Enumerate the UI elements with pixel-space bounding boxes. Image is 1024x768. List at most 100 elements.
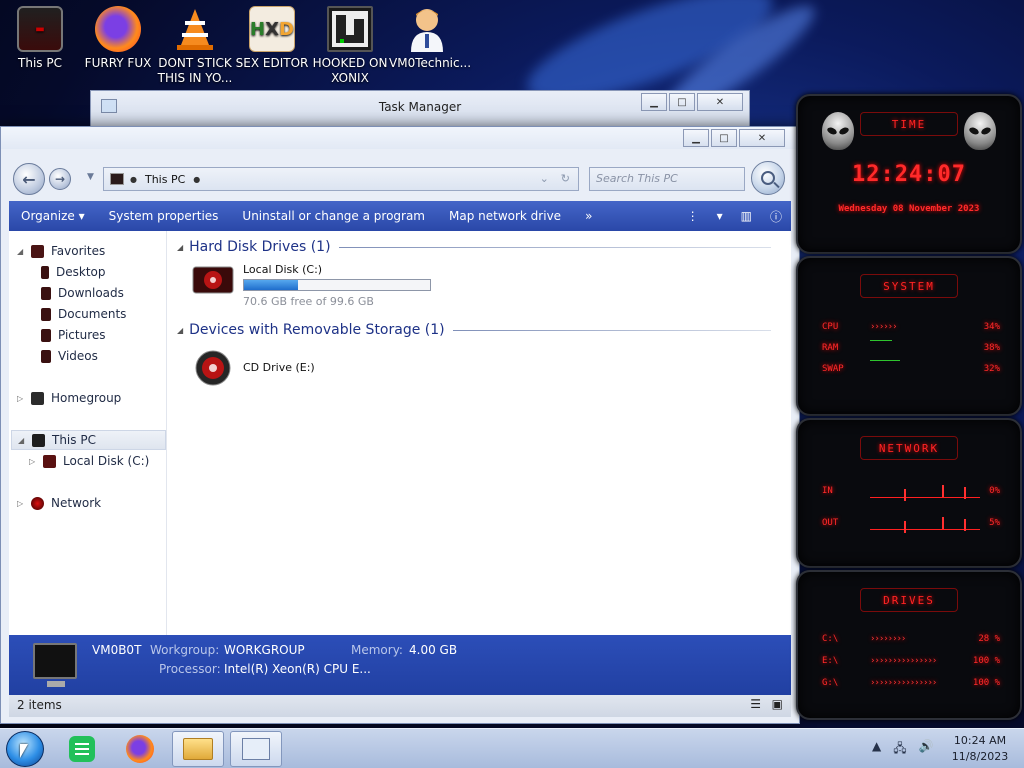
close-button[interactable]: ✕ — [739, 129, 785, 147]
view-options-icon[interactable]: ⋮ — [678, 201, 708, 231]
taskbar-task-manager[interactable] — [230, 731, 282, 767]
gadget-header: SYSTEM — [860, 274, 958, 298]
desktop-icon-vm0technic[interactable]: VM0Technic... — [389, 6, 471, 71]
time-gadget[interactable]: TIME 12:24:07 Wednesday 08 November 2023 — [796, 94, 1022, 254]
task-manager-window[interactable]: Task Manager ▁ □ ✕ — [90, 90, 750, 130]
preview-pane-icon[interactable]: ▥ — [732, 201, 761, 231]
nav-item-this-pc[interactable]: ◢ This PC — [11, 430, 166, 450]
uninstall-program-button[interactable]: Uninstall or change a program — [230, 201, 437, 231]
group-header-hard-disk-drives[interactable]: ◢ Hard Disk Drives (1) — [177, 237, 771, 257]
taskbar-clock[interactable]: 10:24 AM 11/8/2023 — [946, 733, 1014, 765]
network-gadget[interactable]: NETWORK IN 0% OUT 5% — [796, 418, 1022, 568]
drives-gadget[interactable]: DRIVES C:\ ›››››››› 28 % E:\ ›››››››››››… — [796, 570, 1022, 720]
minimize-button[interactable]: ▁ — [641, 93, 667, 111]
address-row: ← → ▼ ● This PC ● ⌄ ↻ Search This PC — [1, 157, 799, 197]
drive-tile-local-disk-c[interactable]: Local Disk (C:) 70.6 GB free of 99.6 GB — [191, 261, 451, 309]
collapse-arrow-icon[interactable]: ◢ — [177, 243, 183, 252]
details-view-icon[interactable]: ☰ — [750, 697, 761, 711]
search-button[interactable] — [751, 161, 785, 195]
processor-label: Processor: — [159, 662, 221, 676]
group-divider — [338, 246, 771, 248]
window-title-bar[interactable]: ▁ □ ✕ — [1, 127, 799, 149]
collapse-arrow-icon[interactable]: ◢ — [18, 436, 28, 445]
taskbar-firefox[interactable] — [114, 731, 166, 767]
show-hidden-icons-icon[interactable]: ▲ — [872, 739, 881, 760]
network-icon — [31, 496, 44, 510]
nav-item-homegroup[interactable]: ▷ Homegroup — [17, 388, 121, 408]
drive-usage-bar — [243, 279, 431, 291]
nav-item-favorites[interactable]: ◢ Favorites — [17, 241, 105, 261]
chevron-down-icon[interactable]: ⌄ — [540, 172, 549, 185]
nav-item-pictures[interactable]: Pictures — [41, 325, 106, 345]
cd-drive-icon — [195, 350, 231, 386]
nav-item-desktop[interactable]: Desktop — [41, 262, 106, 282]
alien-head-icon — [822, 112, 854, 150]
drives-row-e: E:\ ››››››››››››››› 100 % — [822, 656, 1000, 666]
search-input[interactable]: Search This PC — [589, 167, 745, 191]
desktop-folder-icon — [41, 265, 49, 279]
breadcrumb-separator[interactable]: ● — [130, 175, 137, 184]
collapse-arrow-icon[interactable]: ◢ — [177, 326, 183, 335]
close-button[interactable]: ✕ — [697, 93, 743, 111]
map-network-drive-button[interactable]: Map network drive — [437, 201, 573, 231]
network-in-graph — [870, 485, 980, 498]
back-button[interactable]: ← — [13, 163, 45, 195]
recent-pages-dropdown[interactable]: ▼ — [87, 172, 97, 182]
nav-item-videos[interactable]: Videos — [41, 346, 98, 366]
help-icon[interactable]: ⓘ — [761, 201, 791, 231]
taskbar-notes-app[interactable] — [56, 731, 108, 767]
details-pane: VM0B0T Workgroup: WORKGROUP Memory: 4.00… — [9, 635, 791, 695]
nav-item-network[interactable]: ▷ Network — [17, 493, 101, 513]
this-pc-icon — [110, 173, 124, 185]
task-manager-icon — [242, 738, 270, 760]
search-icon — [761, 171, 775, 185]
expand-arrow-icon[interactable]: ▷ — [17, 499, 27, 508]
system-gadget[interactable]: SYSTEM CPU ›››››› 34% RAM 38% SWAP 32% — [796, 256, 1022, 416]
nav-item-documents[interactable]: Documents — [41, 304, 126, 324]
maximize-button[interactable]: □ — [711, 129, 737, 147]
taskbar-explorer[interactable] — [172, 731, 224, 767]
drive-name: Local Disk (C:) — [243, 263, 323, 276]
minimize-button[interactable]: ▁ — [683, 129, 709, 147]
forward-button[interactable]: → — [49, 168, 71, 190]
videos-folder-icon — [41, 349, 51, 363]
explorer-window[interactable]: ▁ □ ✕ ← → ▼ ● This PC ● ⌄ ↻ Search This … — [0, 126, 800, 724]
drive-usage-fill — [244, 280, 299, 290]
network-row-in: IN 0% — [822, 485, 1000, 498]
network-row-out: OUT 5% — [822, 517, 1000, 530]
drive-tile-cd-drive-e[interactable]: CD Drive (E:) — [191, 349, 391, 393]
doctor-icon — [404, 6, 450, 52]
network-out-graph — [870, 517, 980, 530]
expand-arrow-icon[interactable]: ▷ — [17, 394, 27, 403]
desktop-icon-this-pc[interactable]: ▬ This PC — [2, 6, 78, 71]
desktop-icon-label: SEX EDITOR — [235, 56, 309, 70]
gadget-clock: 12:24:07 — [852, 162, 966, 187]
navigation-pane: ◢ Favorites Desktop Downloads Documents … — [9, 231, 167, 635]
view-dropdown-icon[interactable]: ▾ — [708, 201, 732, 231]
volume-icon[interactable]: 🔊 — [919, 739, 934, 760]
breadcrumb-this-pc[interactable]: This PC — [145, 173, 185, 186]
desktop-icon-hooked-on-xonix[interactable]: HOOKED ON XONIX — [312, 6, 388, 86]
nav-item-local-disk[interactable]: ▷ Local Disk (C:) — [29, 451, 149, 471]
system-properties-button[interactable]: System properties — [97, 201, 231, 231]
drive-free-space: 70.6 GB free of 99.6 GB — [243, 295, 374, 308]
organize-button[interactable]: Organize ▾ — [9, 201, 97, 231]
nav-item-downloads[interactable]: Downloads — [41, 283, 124, 303]
vlc-cone-icon — [172, 6, 218, 52]
breadcrumb-separator[interactable]: ● — [193, 175, 200, 184]
group-header-removable-storage[interactable]: ◢ Devices with Removable Storage (1) — [177, 320, 771, 340]
system-row-cpu: CPU ›››››› 34% — [822, 322, 1000, 332]
maximize-button[interactable]: □ — [669, 93, 695, 111]
expand-arrow-icon[interactable]: ▷ — [29, 457, 39, 466]
collapse-arrow-icon[interactable]: ◢ — [17, 247, 27, 256]
desktop-icon-dont-stick[interactable]: DONT STICK THIS IN YO... — [157, 6, 233, 86]
desktop-icon-sex-editor[interactable]: HXD SEX EDITOR — [234, 6, 310, 71]
refresh-icon[interactable]: ↻ — [561, 172, 570, 185]
network-status-icon[interactable]: 🖧 — [893, 739, 906, 760]
system-row-ram: RAM 38% — [822, 340, 1000, 357]
more-commands-button[interactable]: » — [573, 201, 604, 231]
processor-value: Intel(R) Xeon(R) CPU E... — [224, 662, 371, 676]
address-bar[interactable]: ● This PC ● ⌄ ↻ — [103, 167, 579, 191]
desktop-icon-furry-fux[interactable]: FURRY FUX — [80, 6, 156, 71]
large-icons-view-icon[interactable]: ▣ — [772, 697, 783, 711]
